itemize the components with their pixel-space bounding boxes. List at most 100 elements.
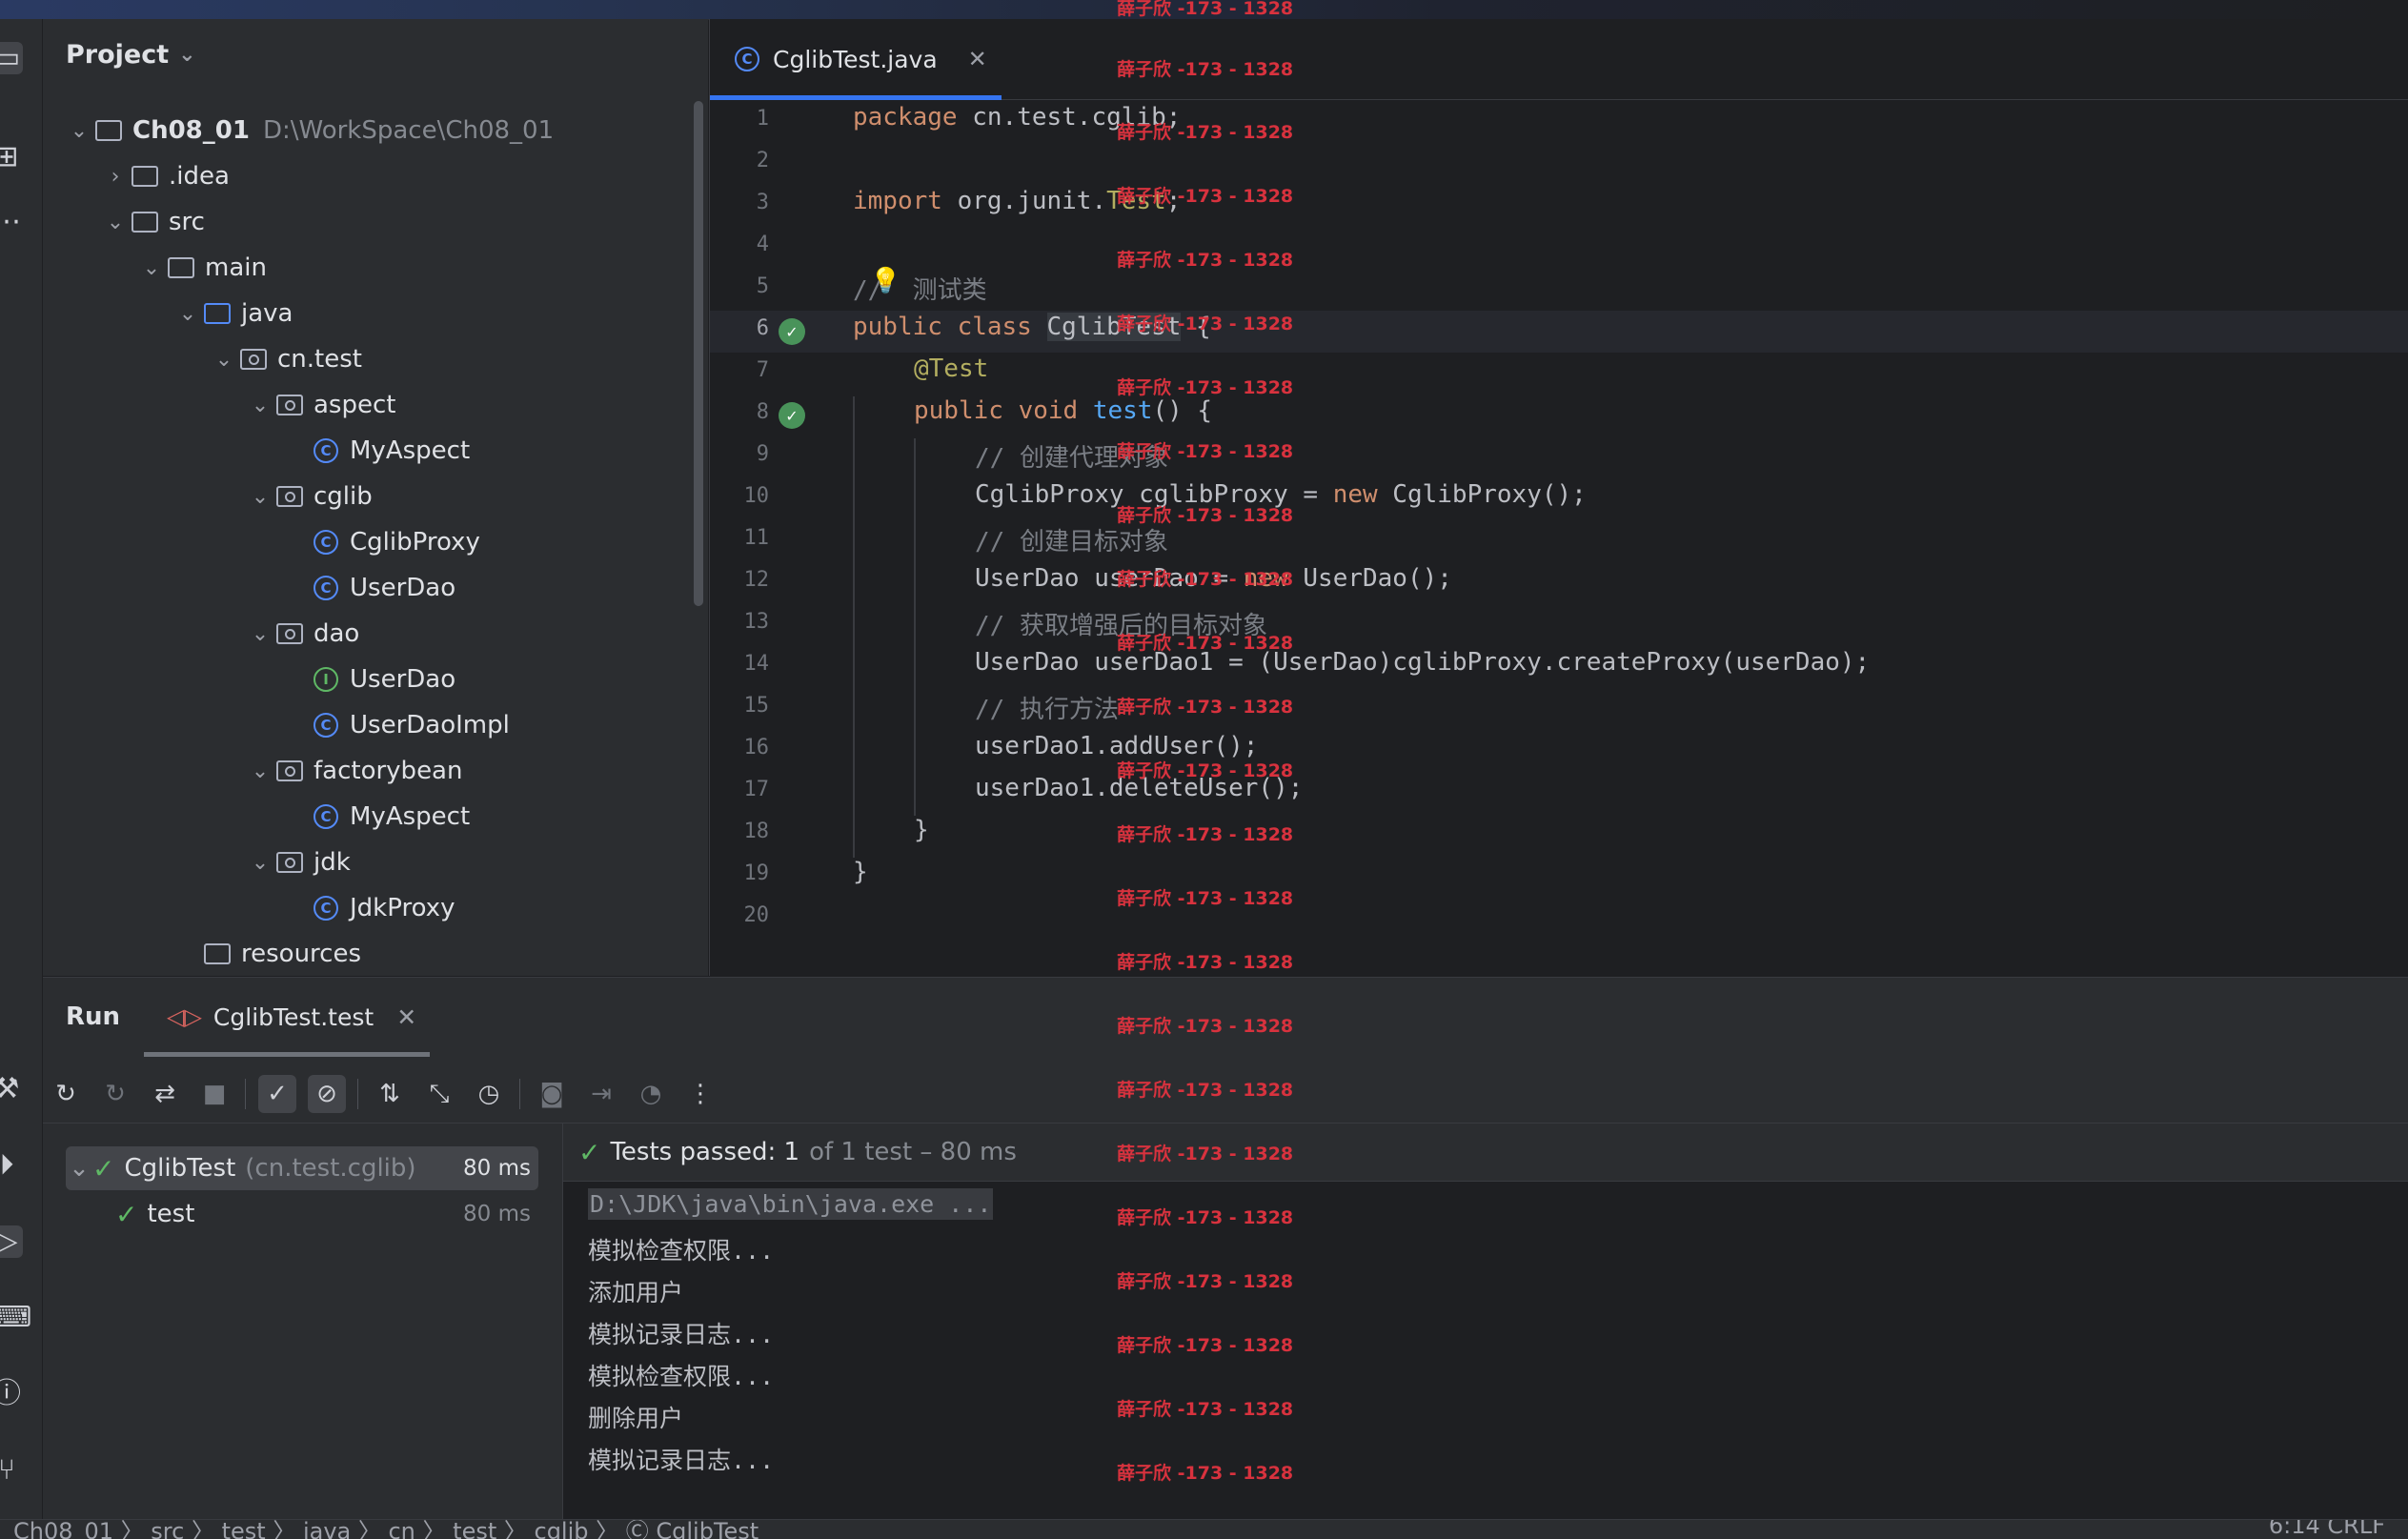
- run-tab-cglibtest-test[interactable]: ◁▷ CglibTest.test ✕: [167, 993, 416, 1041]
- screenshot-icon[interactable]: ◙: [533, 1075, 571, 1113]
- project-header[interactable]: Project ⌄: [66, 40, 196, 70]
- editor-tab-bar: C CglibTest.java ✕: [710, 19, 2408, 100]
- project-path: D:\WorkSpace\Ch08_01: [262, 116, 555, 145]
- tests-detail-text: of 1 test – 80 ms: [809, 1138, 1017, 1166]
- chevron-down-icon[interactable]: ⌄: [247, 622, 273, 646]
- tree-item-myaspect-2[interactable]: C MyAspect: [283, 794, 470, 840]
- line-number: 14: [743, 652, 770, 676]
- tree-item-userdaoimpl[interactable]: C UserDaoImpl: [283, 702, 510, 748]
- run-tab-label: CglibTest.test: [212, 1002, 374, 1031]
- tree-item-userdao-class[interactable]: C UserDao: [283, 565, 455, 611]
- tree-item-cglib[interactable]: ⌄ cglib: [247, 474, 373, 519]
- terminal-tool-icon[interactable]: ⌨: [0, 1302, 31, 1334]
- tab-cglibtest-java[interactable]: C CglibTest.java ✕: [710, 19, 1002, 99]
- tree-item-resources[interactable]: resources: [174, 931, 361, 977]
- chevron-down-icon[interactable]: ⌄: [66, 119, 92, 143]
- lightbulb-icon[interactable]: 💡: [870, 267, 900, 295]
- console-command-line[interactable]: D:\JDK\java\bin\java.exe ...: [588, 1188, 994, 1220]
- close-icon[interactable]: ✕: [396, 1003, 416, 1031]
- tree-item-src[interactable]: ⌄ src: [102, 199, 205, 245]
- show-ignored-icon[interactable]: ⊘: [308, 1075, 346, 1113]
- watermark-text: 薛子欣 -173 - 1328: [1117, 888, 1294, 909]
- watermark-text: 薛子欣 -173 - 1328: [1117, 1399, 1294, 1420]
- chevron-down-icon[interactable]: ⌄: [66, 1154, 92, 1183]
- chevron-down-icon[interactable]: ⌄: [247, 759, 273, 783]
- chevron-down-icon[interactable]: ⌄: [247, 394, 273, 417]
- tree-item-cglibproxy[interactable]: C CglibProxy: [283, 519, 480, 565]
- tree-item-myaspect[interactable]: C MyAspect: [283, 428, 470, 474]
- test-suite-row[interactable]: ⌄ ✓ CglibTest (cn.test.cglib) 80 ms: [66, 1146, 538, 1190]
- sort-icon[interactable]: ⇅: [371, 1075, 409, 1113]
- resources-folder-icon: [201, 938, 233, 970]
- show-passed-icon[interactable]: ✓: [258, 1075, 296, 1113]
- watermark-text: 薛子欣 -173 - 1328: [1117, 697, 1294, 718]
- watermark-text: 薛子欣 -173 - 1328: [1117, 314, 1294, 334]
- line-number: 9: [756, 442, 769, 466]
- run-test-class-icon[interactable]: ✓: [779, 318, 805, 345]
- console-line: 模拟检查权限...: [588, 1237, 775, 1265]
- line-number: 6: [756, 316, 769, 340]
- watermark-text: 薛子欣 -173 - 1328: [1117, 122, 1294, 143]
- class-icon: C: [310, 892, 342, 924]
- indent-guide: [914, 438, 916, 816]
- passed-check-icon: ✓: [578, 1136, 601, 1168]
- stop-icon[interactable]: ■: [195, 1075, 233, 1113]
- tests-passed-text: Tests passed: 1: [610, 1138, 800, 1166]
- watermark-text: 薛子欣 -173 - 1328: [1117, 760, 1294, 781]
- tree-item-project-root[interactable]: ⌄ Ch08_01 D:\WorkSpace\Ch08_01: [66, 108, 554, 153]
- test-suite-duration: 80 ms: [463, 1156, 531, 1181]
- code-line-19: }: [853, 858, 868, 886]
- navigation-bar: Ch08_01 〉 src 〉 test 〉 java 〉 cn 〉 test …: [0, 1519, 2408, 1539]
- caret-position[interactable]: 6:14 CRLF: [2269, 1520, 2385, 1539]
- chevron-down-icon[interactable]: ⌄: [138, 256, 165, 280]
- tree-item-dao[interactable]: ⌄ dao: [247, 611, 360, 657]
- line-number: 12: [743, 568, 770, 592]
- chevron-down-icon[interactable]: ⌄: [211, 348, 237, 372]
- run-tool-icon[interactable]: ▷: [0, 1225, 23, 1258]
- line-number: 5: [756, 274, 769, 298]
- console-output[interactable]: ✓ Tests passed: 1 of 1 test – 80 ms D:\J…: [563, 1124, 2408, 1520]
- git-tool-icon[interactable]: ⑂: [0, 1454, 23, 1487]
- problems-tool-icon[interactable]: ⓘ: [0, 1378, 23, 1410]
- run-test-method-icon[interactable]: ✓: [779, 402, 805, 429]
- passed-check-icon: ✓: [115, 1198, 138, 1230]
- structure-tool-icon[interactable]: ⊞: [0, 141, 23, 173]
- rerun-failed-icon[interactable]: ↻: [96, 1075, 134, 1113]
- services-tool-icon[interactable]: ⏵: [0, 1149, 23, 1182]
- line-number: 1: [756, 107, 769, 131]
- tree-item-label: dao: [314, 619, 360, 648]
- more-options-icon[interactable]: ⋮: [681, 1075, 719, 1113]
- tree-item-java[interactable]: ⌄ java: [174, 291, 293, 336]
- export-icon[interactable]: ⇥: [582, 1075, 620, 1113]
- project-tool-icon[interactable]: ▭: [0, 42, 23, 74]
- tree-item-cn-test[interactable]: ⌄ cn.test: [211, 336, 362, 382]
- rerun-icon[interactable]: ↻: [47, 1075, 85, 1113]
- tree-item-jdk[interactable]: ⌄ jdk: [247, 840, 351, 885]
- chevron-down-icon[interactable]: ⌄: [174, 302, 201, 326]
- build-tool-icon[interactable]: ⚒: [0, 1073, 23, 1105]
- chevron-right-icon[interactable]: ›: [102, 165, 129, 189]
- chevron-down-icon[interactable]: ⌄: [247, 485, 273, 509]
- test-case-name: test: [147, 1200, 195, 1228]
- tree-item-userdao-interface[interactable]: I UserDao: [283, 657, 455, 702]
- close-icon[interactable]: ✕: [968, 46, 987, 72]
- code-editor[interactable]: C CglibTest.java ✕ 1 2 3 4 5 6 7 8 9 10 …: [709, 19, 2408, 976]
- chevron-down-icon[interactable]: ⌄: [102, 211, 129, 234]
- line-number: 3: [756, 191, 769, 214]
- tree-item-jdkproxy[interactable]: C JdkProxy: [283, 885, 455, 931]
- chevron-down-icon[interactable]: ⌄: [247, 851, 273, 875]
- tree-item-factorybean[interactable]: ⌄ factorybean: [247, 748, 463, 794]
- tree-item-main[interactable]: ⌄ main: [138, 245, 267, 291]
- test-case-row[interactable]: ✓ test 80 ms: [66, 1192, 538, 1236]
- watermark-text: 薛子欣 -173 - 1328: [1117, 441, 1294, 462]
- collapse-all-icon[interactable]: ⤡: [420, 1075, 458, 1113]
- tree-item-idea[interactable]: › .idea: [102, 153, 230, 199]
- more-tools-icon[interactable]: ⋯: [0, 206, 23, 238]
- breadcrumb[interactable]: Ch08_01 〉 src 〉 test 〉 java 〉 cn 〉 test …: [13, 1520, 759, 1539]
- tree-item-label: resources: [241, 940, 362, 968]
- history-icon[interactable]: ◷: [470, 1075, 508, 1113]
- coverage-icon[interactable]: ◔: [632, 1075, 670, 1113]
- project-scrollbar[interactable]: [694, 101, 703, 606]
- toggle-auto-test-icon[interactable]: ⇄: [146, 1075, 184, 1113]
- tree-item-aspect[interactable]: ⌄ aspect: [247, 382, 396, 428]
